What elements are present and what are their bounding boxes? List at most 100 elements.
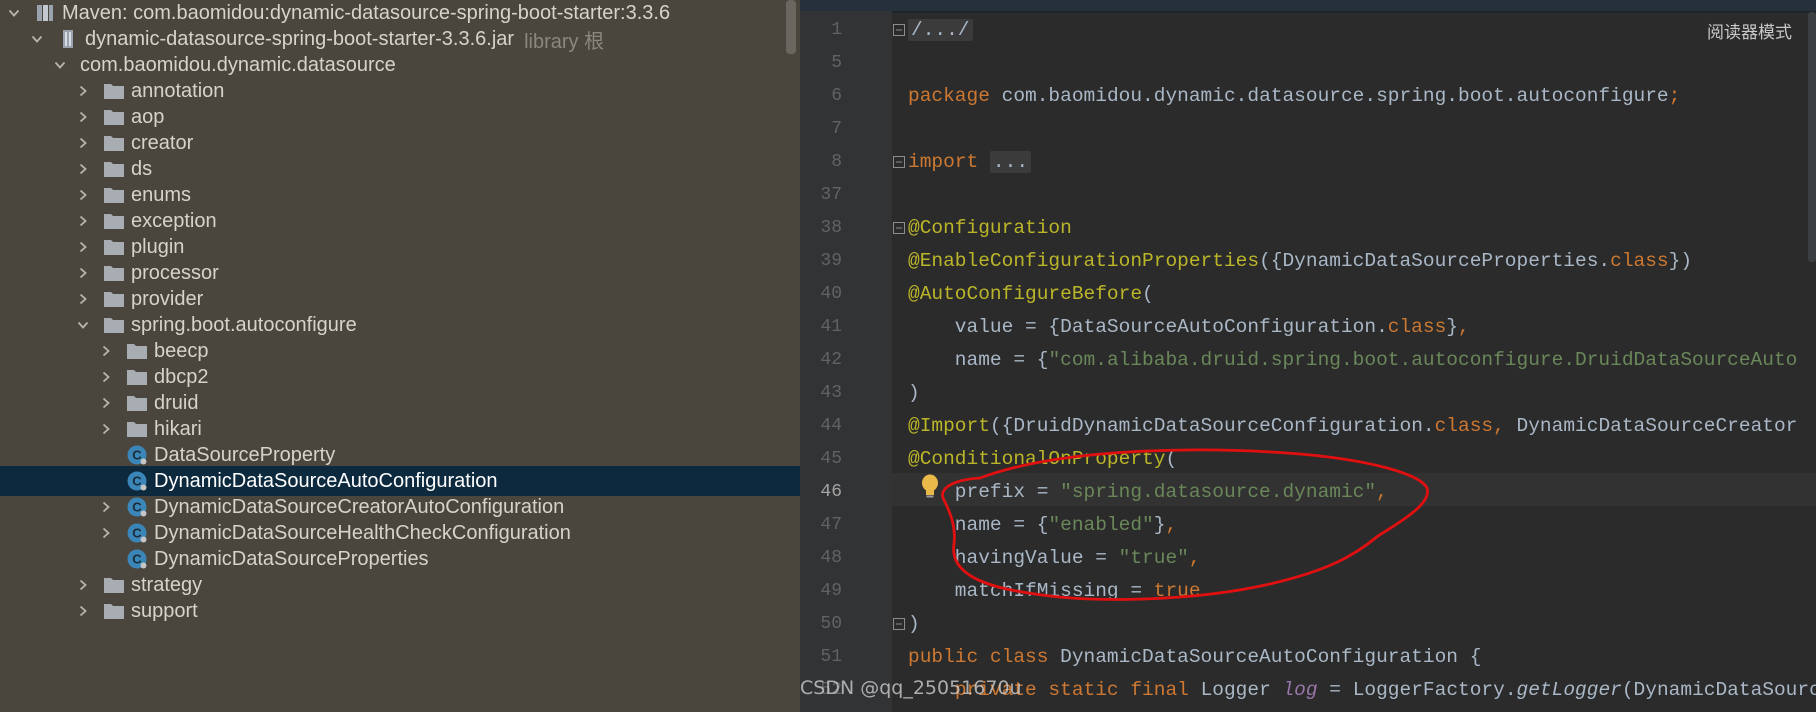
line-number: 37: [820, 185, 842, 205]
line-number: 5: [831, 53, 842, 73]
code-token: DynamicDataSourceAutoConfiguration {: [1060, 646, 1482, 668]
code-token: value = {DataSourceAutoConfiguration.: [908, 316, 1388, 338]
code-line[interactable]: @EnableConfigurationProperties({DynamicD…: [908, 245, 1692, 278]
editor-tab-bar: [800, 0, 1816, 13]
code-token: (DynamicDataSourceAutoCo: [1621, 679, 1816, 701]
line-number: 38: [820, 218, 842, 238]
code-token: @EnableConfigurationProperties: [908, 250, 1260, 272]
folder-icon: [103, 132, 125, 154]
line-number: 45: [820, 449, 842, 469]
chevron-right-icon[interactable]: [77, 596, 89, 626]
line-number: 6: [831, 86, 842, 106]
code-token: ,: [1458, 316, 1470, 338]
code-token: getLogger: [1516, 679, 1622, 701]
annotation-circle: [941, 448, 1429, 601]
editor-scrollbar[interactable]: [1808, 12, 1816, 262]
line-number: 47: [820, 515, 842, 535]
code-line[interactable]: import ...: [908, 146, 1032, 179]
class-icon: C: [126, 522, 148, 544]
code-token: }: [1446, 316, 1458, 338]
code-token: ): [908, 382, 920, 404]
code-token: Logger: [1200, 679, 1283, 701]
class-icon: C: [126, 496, 148, 518]
folder-icon: [103, 158, 125, 180]
code-token: DynamicDataSourceCreator: [1516, 415, 1798, 437]
folder-icon: [103, 262, 125, 284]
code-line[interactable]: /.../: [908, 14, 973, 47]
line-number: 43: [820, 383, 842, 403]
line-number: 41: [820, 317, 842, 337]
class-icon: C: [126, 548, 148, 570]
code-token: /.../: [908, 19, 973, 41]
code-token: ;: [1668, 85, 1681, 107]
tree-row-label: support: [131, 600, 198, 622]
code-token: class: [1387, 316, 1447, 338]
code-token: log: [1282, 679, 1318, 701]
code-token: package: [908, 85, 1002, 107]
line-number: 44: [820, 416, 842, 436]
fold-marker-icon[interactable]: [893, 222, 905, 234]
project-tree[interactable]: Maven: com.baomidou:dynamic-datasource-s…: [0, 0, 800, 712]
line-number: 46: [820, 482, 842, 502]
tree-scrollbar[interactable]: [786, 0, 796, 54]
code-line[interactable]: @Configuration: [908, 212, 1072, 245]
class-icon: C: [126, 470, 148, 492]
folder-icon: [103, 106, 125, 128]
folder-icon: [103, 314, 125, 336]
line-number: 42: [820, 350, 842, 370]
csdn-watermark: CSDN @qq_25051670u: [800, 677, 1022, 699]
ide-window: Maven: com.baomidou:dynamic-datasource-s…: [0, 0, 1816, 712]
line-number: 39: [820, 251, 842, 271]
code-line[interactable]: ): [908, 377, 920, 410]
line-number: 50: [820, 614, 842, 634]
code-line[interactable]: package com.baomidou.dynamic.datasource.…: [908, 80, 1680, 113]
reader-mode-button[interactable]: 阅读器模式: [1707, 18, 1792, 43]
folder-icon: [103, 210, 125, 232]
line-number: 7: [831, 119, 842, 139]
code-token: @Import: [908, 415, 990, 437]
folder-icon: [103, 236, 125, 258]
folder-icon: [126, 340, 148, 362]
fold-marker-icon[interactable]: [893, 24, 905, 36]
tree-row[interactable]: support: [0, 596, 800, 626]
code-line[interactable]: value = {DataSourceAutoConfiguration.cla…: [908, 311, 1470, 344]
folder-icon: [126, 418, 148, 440]
line-number: 51: [820, 647, 842, 667]
code-token: (: [1142, 283, 1154, 305]
code-line[interactable]: private static final Logger log = Logger…: [908, 674, 1816, 707]
code-line[interactable]: @AutoConfigureBefore(: [908, 278, 1154, 311]
line-number: 1: [831, 20, 842, 40]
fold-marker-icon[interactable]: [893, 156, 905, 168]
code-token: class: [1434, 415, 1494, 437]
line-number: 49: [820, 581, 842, 601]
code-token: ({DynamicDataSourceProperties.: [1259, 250, 1611, 272]
code-line[interactable]: public class DynamicDataSourceAutoConfig…: [908, 641, 1481, 674]
code-token: name = {: [908, 349, 1049, 371]
code-token: @Configuration: [908, 217, 1072, 239]
library-icon: [34, 2, 56, 24]
code-token: "com.alibaba.druid.spring.boot.autoconfi…: [1048, 349, 1798, 371]
folder-icon: [103, 184, 125, 206]
class-icon: C: [126, 444, 148, 466]
code-token: = LoggerFactory.: [1317, 679, 1517, 701]
code-line[interactable]: @Import({DruidDynamicDataSourceConfigura…: [908, 410, 1797, 443]
folder-icon: [103, 288, 125, 310]
line-number: 8: [831, 152, 842, 172]
jar-icon: [57, 28, 79, 50]
code-token: ({DruidDynamicDataSourceConfiguration.: [989, 415, 1435, 437]
code-token: @AutoConfigureBefore: [908, 283, 1143, 305]
line-number: 40: [820, 284, 842, 304]
line-number-gutter[interactable]: 1 5 6 7 8 37 38 39 40 41 42 43 44 45 46 47 48 49 50 51 52: [800, 11, 892, 712]
code-token: ...: [989, 151, 1032, 173]
code-line[interactable]: name = {"com.alibaba.druid.spring.boot.a…: [908, 344, 1798, 377]
code-token: class: [1610, 250, 1669, 272]
folder-icon: [103, 574, 125, 596]
folder-icon: [103, 80, 125, 102]
code-token: import: [908, 151, 990, 173]
folder-icon: [126, 366, 148, 388]
code-token: }): [1668, 250, 1693, 272]
line-number: 48: [820, 548, 842, 568]
folder-icon: [126, 392, 148, 414]
code-token: public class: [908, 646, 1061, 668]
code-token: com.baomidou.dynamic.datasource.spring.b…: [1001, 85, 1669, 107]
